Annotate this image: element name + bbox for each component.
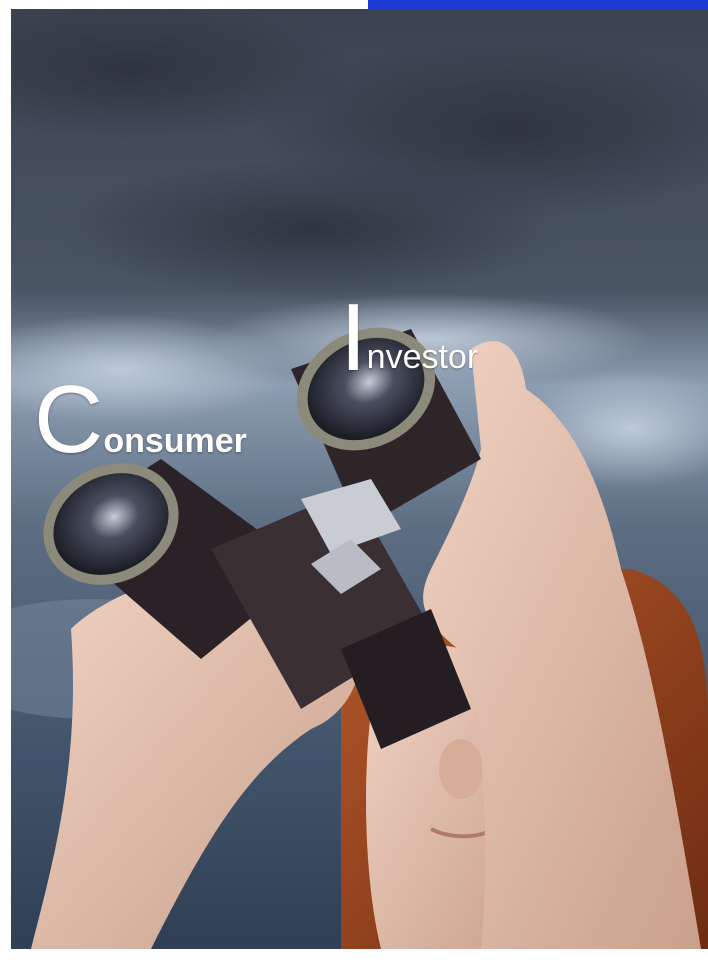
headline-consumer: Consumer (34, 372, 247, 468)
cover-photo (11, 9, 708, 949)
top-bar-accent (368, 0, 708, 9)
headline-investor: Investor (340, 290, 478, 386)
investor-initial: I (340, 284, 367, 391)
consumer-initial: C (34, 366, 104, 473)
investor-rest: nvestor (366, 338, 479, 376)
binoculars-photo-icon (11, 9, 708, 949)
consumer-rest: onsumer (103, 422, 247, 460)
top-bar-white (0, 0, 368, 9)
